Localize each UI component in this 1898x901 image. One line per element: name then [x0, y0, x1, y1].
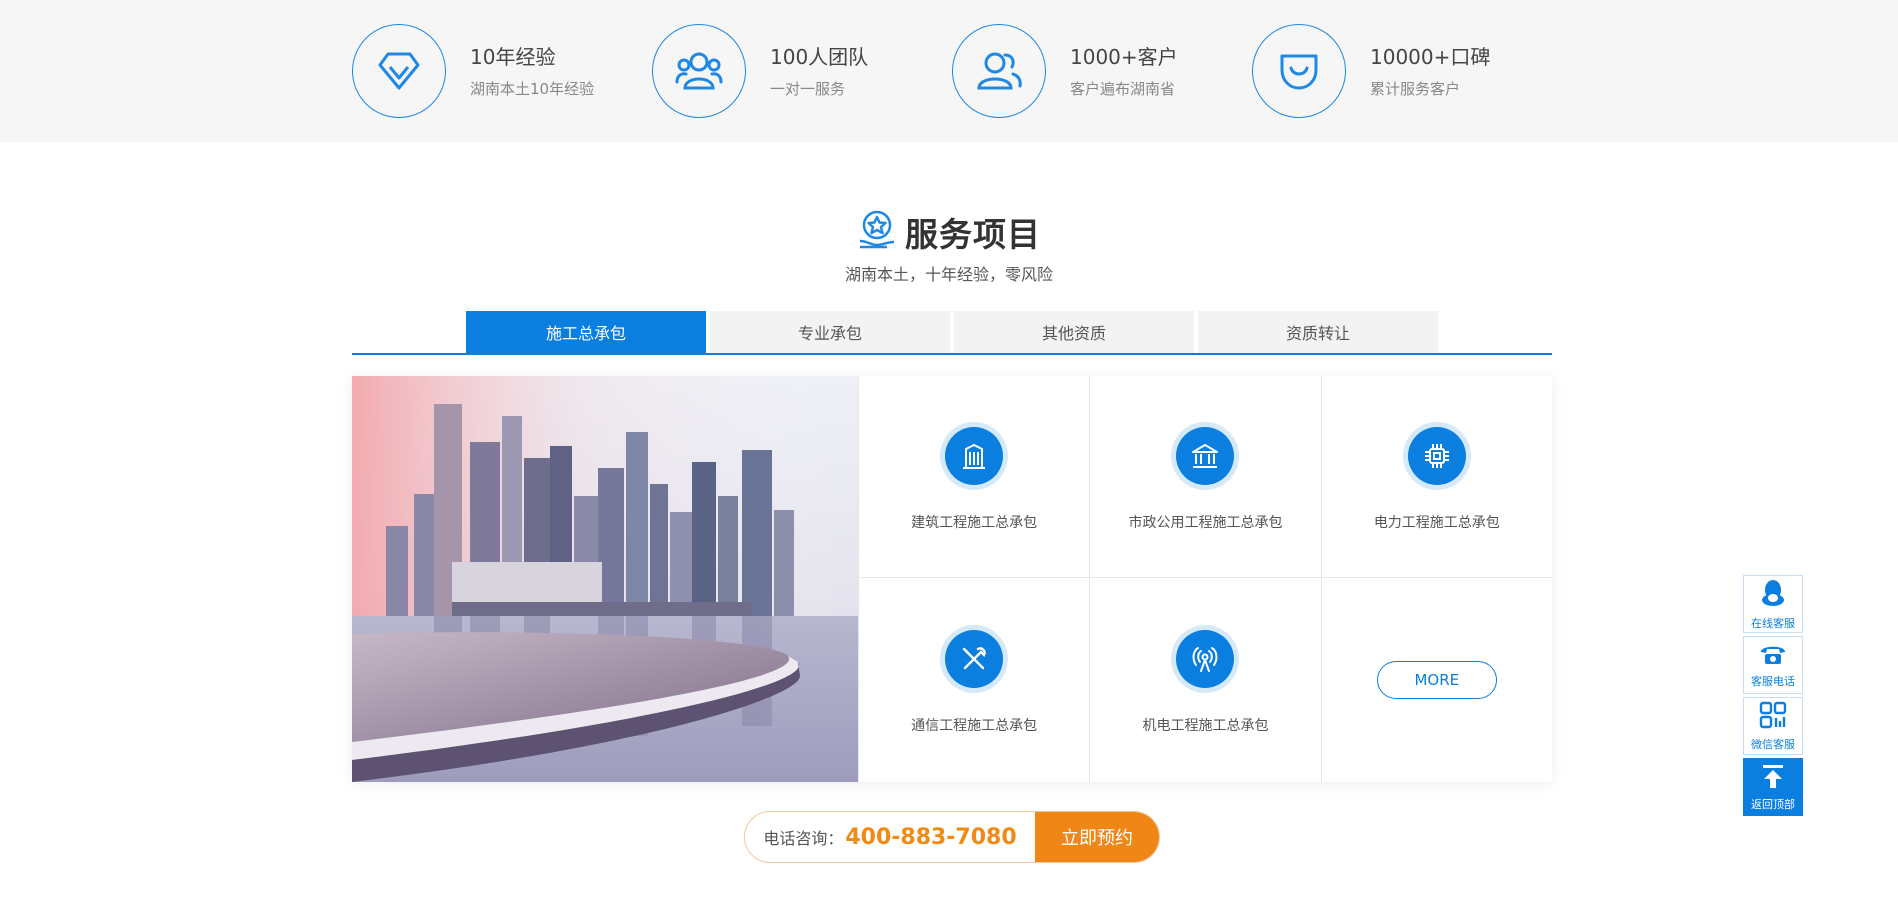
feature-subtitle: 客户遍布湖南省	[1070, 79, 1176, 98]
service-item[interactable]: 市政公用工程施工总承包	[1089, 376, 1321, 578]
feature-team: 100人团队 一对一服务	[652, 24, 868, 118]
tab-underline	[352, 353, 1552, 355]
sidebar-label: 微信客服	[1751, 737, 1795, 751]
feature-title: 10年经验	[470, 44, 556, 69]
back-to-top-icon	[1760, 763, 1786, 793]
service-item[interactable]: 机电工程施工总承包	[1089, 578, 1320, 782]
floating-sidebar: 在线客服 客服电话 微信客服 返回顶部	[1743, 575, 1803, 819]
public-building-icon	[1176, 426, 1235, 485]
feature-subtitle: 一对一服务	[770, 79, 846, 98]
building-icon	[945, 426, 1004, 485]
sidebar-label: 在线客服	[1751, 616, 1795, 630]
smile-shield-icon	[1252, 24, 1346, 118]
service-item[interactable]: 电力工程施工总承包	[1320, 376, 1552, 578]
feature-customers: 1000+客户 客户遍布湖南省	[952, 24, 1178, 118]
sidebar-label: 返回顶部	[1751, 797, 1795, 811]
tab-other-qualifications[interactable]: 其他资质	[954, 311, 1194, 353]
sidebar-label: 客服电话	[1751, 674, 1795, 688]
feature-band: 10年经验 湖南本土10年经验 100人团队 一对一服务 1000+客户 客户遍…	[0, 0, 1898, 142]
service-phone-button[interactable]: 客服电话	[1743, 636, 1803, 694]
feature-reputation: 10000+口碑 累计服务客户	[1252, 24, 1490, 118]
qr-code-icon	[1759, 701, 1787, 733]
section-title: 服务项目	[905, 215, 1041, 254]
service-grid: 建筑工程施工总承包 市政公用工程施工总承包 电力工程施工总承包 通信工程施工总承…	[858, 376, 1552, 782]
service-item[interactable]: 通信工程施工总承包	[858, 578, 1089, 782]
diamond-icon	[352, 24, 446, 118]
city-skyline-image	[352, 376, 858, 782]
service-label: 电力工程施工总承包	[1373, 514, 1500, 531]
feature-subtitle: 累计服务客户	[1370, 79, 1461, 98]
more-cell: MORE	[1320, 578, 1552, 782]
tab-professional-contracting[interactable]: 专业承包	[710, 311, 950, 353]
book-now-button[interactable]: 立即预约	[1035, 812, 1159, 862]
team-icon	[652, 24, 746, 118]
phone-icon	[1759, 642, 1787, 670]
feature-title: 100人团队	[770, 44, 869, 69]
consult-bar: 电话咨询： 400-883-7080 立即预约	[744, 811, 1160, 863]
tab-qualification-transfer[interactable]: 资质转让	[1198, 311, 1438, 353]
star-hand-icon	[857, 209, 897, 255]
feature-experience: 10年经验 湖南本土10年经验	[352, 24, 594, 118]
qq-penguin-icon	[1760, 578, 1786, 612]
feature-subtitle: 湖南本土10年经验	[470, 79, 595, 98]
service-label: 建筑工程施工总承包	[911, 514, 1038, 531]
customers-icon	[952, 24, 1046, 118]
more-button[interactable]: MORE	[1376, 661, 1497, 699]
chip-icon	[1407, 426, 1466, 485]
service-label: 市政公用工程施工总承包	[1128, 514, 1283, 531]
section-heading: 服务项目	[0, 208, 1898, 256]
phone-number[interactable]: 400-883-7080	[845, 825, 1016, 850]
back-to-top-button[interactable]: 返回顶部	[1743, 758, 1803, 816]
antenna-icon	[1176, 630, 1235, 688]
tab-general-contracting[interactable]: 施工总承包	[466, 311, 706, 353]
service-tabs: 施工总承包 专业承包 其他资质 资质转让	[466, 311, 1442, 353]
service-panel: 建筑工程施工总承包 市政公用工程施工总承包 电力工程施工总承包 通信工程施工总承…	[352, 376, 1552, 782]
section-subtitle: 湖南本土，十年经验，零风险	[844, 265, 1053, 284]
service-label: 通信工程施工总承包	[911, 718, 1038, 734]
feature-title: 10000+口碑	[1370, 44, 1491, 69]
service-item[interactable]: 建筑工程施工总承包	[858, 376, 1090, 578]
phone-consult-label: 电话咨询：	[763, 829, 844, 848]
wechat-service-button[interactable]: 微信客服	[1743, 697, 1803, 755]
online-service-button[interactable]: 在线客服	[1743, 575, 1803, 633]
feature-title: 1000+客户	[1070, 44, 1178, 69]
tools-icon	[945, 630, 1004, 688]
service-label: 机电工程施工总承包	[1142, 718, 1269, 734]
